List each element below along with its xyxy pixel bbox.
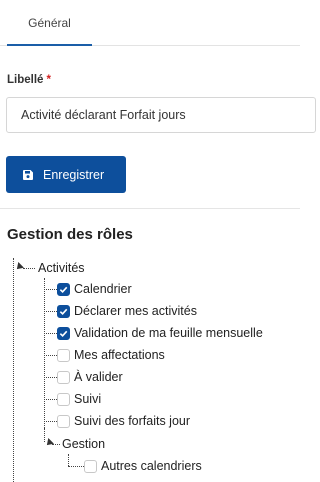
collapse-caret-icon[interactable] bbox=[14, 262, 24, 272]
label-field-title: Libellé * bbox=[7, 74, 51, 86]
checkbox-checked[interactable] bbox=[57, 304, 70, 318]
tree-connector bbox=[44, 421, 57, 422]
tree-connector bbox=[68, 454, 69, 466]
tree-connector bbox=[13, 258, 14, 482]
checkbox-unchecked[interactable] bbox=[57, 348, 70, 362]
divider bbox=[0, 208, 300, 209]
tree-item-a-valider[interactable]: À valider bbox=[57, 367, 123, 387]
required-mark: * bbox=[46, 74, 51, 86]
tree-item-suivi-forfaits[interactable]: Suivi des forfaits jour bbox=[57, 411, 190, 431]
checkbox-unchecked[interactable] bbox=[84, 459, 97, 473]
tree-connector bbox=[44, 278, 45, 428]
tab-bar: Général bbox=[0, 0, 300, 46]
tab-general[interactable]: Général bbox=[7, 0, 92, 46]
tree-item-label: Déclarer mes activités bbox=[74, 304, 197, 318]
tree-connector bbox=[44, 311, 57, 312]
tree-node-activites[interactable]: Activités bbox=[38, 258, 85, 278]
tree-item-validation[interactable]: Validation de ma feuille mensuelle bbox=[57, 323, 263, 343]
tree-item-suivi[interactable]: Suivi bbox=[57, 389, 101, 409]
tree-item-declarer[interactable]: Déclarer mes activités bbox=[57, 301, 197, 321]
tree-node-label: Gestion bbox=[62, 437, 106, 451]
check-icon bbox=[59, 330, 68, 337]
tree-item-label: Autres calendriers bbox=[101, 459, 202, 473]
tree-connector bbox=[44, 333, 57, 334]
label-field-text: Libellé bbox=[7, 74, 44, 86]
checkbox-unchecked[interactable] bbox=[57, 414, 70, 428]
tree-connector bbox=[52, 444, 60, 445]
checkbox-checked[interactable] bbox=[57, 282, 70, 296]
roles-section-title: Gestion des rôles bbox=[7, 226, 133, 243]
collapse-caret-icon[interactable] bbox=[44, 438, 54, 448]
tree-item-label: Suivi bbox=[74, 392, 102, 406]
check-icon bbox=[59, 286, 68, 293]
checkbox-checked[interactable] bbox=[57, 326, 70, 340]
tree-node-gestion[interactable]: Gestion bbox=[62, 434, 105, 454]
roles-tree: Activités Calendrier Déclarer mes activi… bbox=[0, 252, 300, 482]
tree-item-autres-calendriers[interactable]: Autres calendriers bbox=[84, 456, 202, 476]
save-button-label: Enregistrer bbox=[43, 167, 105, 182]
tree-item-label: Validation de ma feuille mensuelle bbox=[74, 326, 263, 340]
check-icon bbox=[59, 308, 68, 315]
tree-connector bbox=[44, 289, 57, 290]
tree-item-calendrier[interactable]: Calendrier bbox=[57, 279, 132, 299]
tree-connector bbox=[44, 355, 57, 356]
tree-node-label: Activités bbox=[38, 261, 85, 275]
tree-connector bbox=[23, 268, 35, 269]
save-button[interactable]: Enregistrer bbox=[6, 156, 126, 193]
tree-connector bbox=[44, 377, 57, 378]
label-input[interactable] bbox=[6, 97, 316, 133]
page: Général Libellé* Enregistrer Gestion des… bbox=[0, 0, 316, 482]
checkbox-unchecked[interactable] bbox=[57, 392, 70, 406]
tree-item-affectations[interactable]: Mes affectations bbox=[57, 345, 165, 365]
tree-item-label: Suivi des forfaits jour bbox=[74, 414, 191, 428]
checkbox-unchecked[interactable] bbox=[57, 370, 70, 384]
tree-connector bbox=[68, 466, 84, 467]
tree-item-label: Calendrier bbox=[74, 282, 132, 296]
floppy-disk-icon bbox=[23, 169, 33, 180]
tree-connector bbox=[44, 399, 57, 400]
tree-item-label: À valider bbox=[74, 370, 123, 384]
tree-item-label: Mes affectations bbox=[74, 348, 165, 362]
